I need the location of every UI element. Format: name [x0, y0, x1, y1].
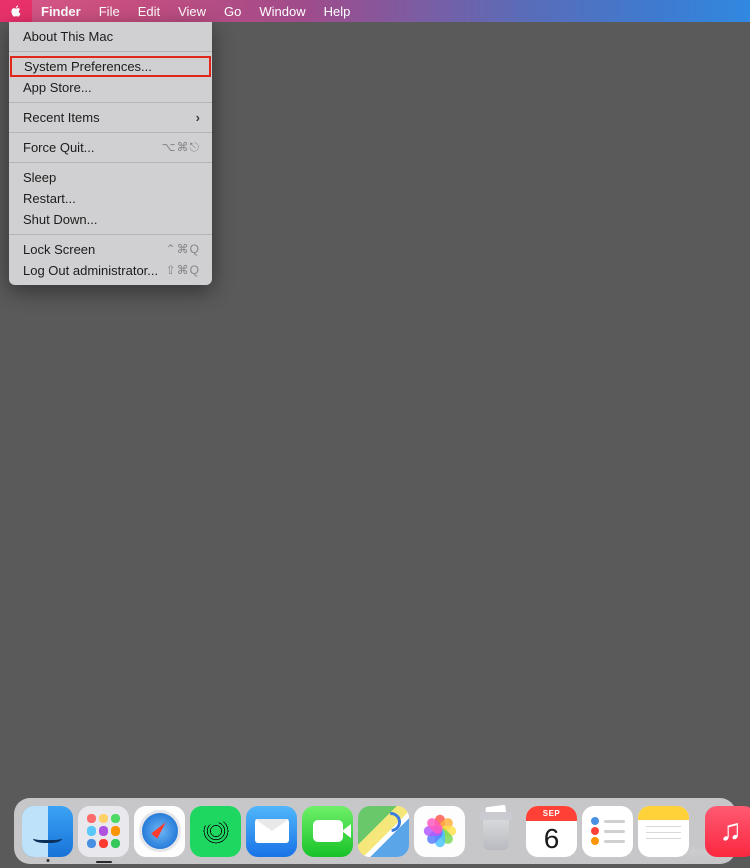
menu-lock-screen[interactable]: Lock Screen ⌃⌘Q	[9, 239, 212, 260]
menubar-edit[interactable]: Edit	[129, 0, 169, 22]
keyboard-shortcut: ⌃⌘Q	[166, 242, 200, 257]
dock-mail-icon[interactable]	[246, 806, 297, 857]
dock-facetime-icon[interactable]	[302, 806, 353, 857]
menu-separator	[9, 132, 212, 133]
menu-separator	[9, 102, 212, 103]
menu-item-label: Log Out administrator...	[23, 263, 158, 278]
menubar-app-name[interactable]: Finder	[32, 0, 90, 22]
menu-separator	[9, 162, 212, 163]
menu-shut-down[interactable]: Shut Down...	[9, 209, 212, 230]
menu-item-label: System Preferences...	[24, 59, 152, 74]
menu-item-label: Force Quit...	[23, 140, 95, 155]
dock-notes-icon[interactable]	[638, 806, 689, 857]
menubar-help[interactable]: Help	[315, 0, 360, 22]
menu-about-this-mac[interactable]: About This Mac	[9, 26, 212, 47]
calendar-day-label: 6	[526, 821, 577, 857]
dock-launchpad-icon[interactable]	[78, 806, 129, 857]
menu-bar: Finder File Edit View Go Window Help	[0, 0, 750, 22]
menubar-go[interactable]: Go	[215, 0, 250, 22]
apple-dropdown-menu: About This Mac System Preferences... App…	[9, 22, 212, 285]
dock-calendar-icon[interactable]: SEP 6	[526, 806, 577, 857]
dock-music-icon[interactable]: ♫	[705, 806, 750, 857]
music-note-icon: ♫	[719, 816, 742, 846]
menubar-window[interactable]: Window	[250, 0, 314, 22]
menu-item-label: About This Mac	[23, 29, 113, 44]
menu-recent-items[interactable]: Recent Items ›	[9, 107, 212, 128]
menu-item-label: Restart...	[23, 191, 76, 206]
menu-item-label: Recent Items	[23, 110, 100, 125]
chevron-right-icon: ›	[196, 110, 200, 125]
dock-safari-icon[interactable]	[134, 806, 185, 857]
dock: SEP 6 ♫	[14, 798, 736, 864]
dock-reminders-icon[interactable]	[582, 806, 633, 857]
menubar-file[interactable]: File	[90, 0, 129, 22]
menu-item-label: Lock Screen	[23, 242, 95, 257]
keyboard-shortcut: ⇧⌘Q	[166, 263, 200, 278]
menu-system-preferences[interactable]: System Preferences...	[10, 56, 211, 77]
dock-maps-icon[interactable]	[358, 806, 409, 857]
dock-finder-icon[interactable]	[22, 806, 73, 857]
menu-item-label: Shut Down...	[23, 212, 97, 227]
menu-sleep[interactable]: Sleep	[9, 167, 212, 188]
keyboard-shortcut: ⌥⌘⎋	[162, 140, 200, 155]
menu-app-store[interactable]: App Store...	[9, 77, 212, 98]
dock-container: SEP 6 ♫	[14, 798, 736, 864]
dock-photos-icon[interactable]	[414, 806, 465, 857]
menubar-view[interactable]: View	[169, 0, 215, 22]
apple-icon	[9, 4, 23, 18]
dock-trash-icon[interactable]	[470, 806, 521, 857]
menu-item-label: App Store...	[23, 80, 92, 95]
dock-spotify-icon[interactable]	[190, 806, 241, 857]
apple-menu-button[interactable]	[0, 0, 32, 22]
menu-separator	[9, 234, 212, 235]
calendar-month-label: SEP	[526, 806, 577, 821]
menu-restart[interactable]: Restart...	[9, 188, 212, 209]
menu-item-label: Sleep	[23, 170, 56, 185]
menu-separator	[9, 51, 212, 52]
menu-log-out[interactable]: Log Out administrator... ⇧⌘Q	[9, 260, 212, 281]
menu-force-quit[interactable]: Force Quit... ⌥⌘⎋	[9, 137, 212, 158]
